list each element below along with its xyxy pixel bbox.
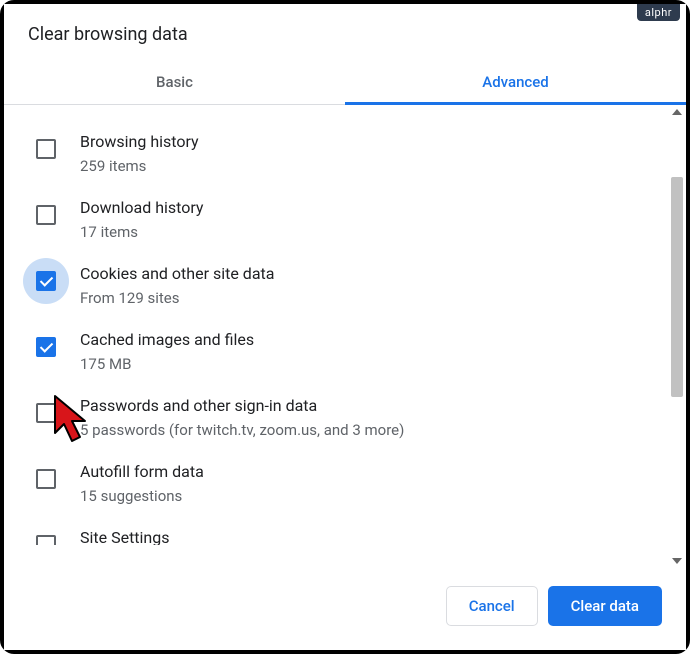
checkbox-wrap <box>26 327 66 367</box>
cancel-button[interactable]: Cancel <box>446 586 538 626</box>
item-label: Browsing history <box>80 131 648 153</box>
item-label: Site Settings <box>80 527 648 545</box>
item-label: Cached images and files <box>80 329 648 351</box>
scroll-down-icon[interactable] <box>672 558 682 564</box>
watermark-badge: alphr <box>637 4 680 21</box>
item-site-settings: Site Settings 7 sites <box>4 515 668 545</box>
item-label: Autofill form data <box>80 461 648 483</box>
checkbox-cookies[interactable] <box>36 271 56 291</box>
checkbox-wrap <box>26 261 66 301</box>
checkbox-site-settings[interactable] <box>36 535 56 545</box>
checkbox-wrap <box>26 129 66 169</box>
checkbox-browsing-history[interactable] <box>36 139 56 159</box>
item-autofill: Autofill form data 15 suggestions <box>4 449 668 515</box>
tab-advanced[interactable]: Advanced <box>345 59 686 104</box>
scroll-up-icon[interactable] <box>672 109 682 115</box>
checkbox-autofill[interactable] <box>36 469 56 489</box>
scroll-thumb[interactable] <box>671 177 683 397</box>
item-text: Cookies and other site data From 129 sit… <box>66 259 648 309</box>
dialog-title: Clear browsing data <box>4 4 686 59</box>
scrollbar[interactable] <box>670 107 684 568</box>
clear-browsing-data-dialog: Clear browsing data Basic Advanced Brows… <box>4 4 686 650</box>
item-browsing-history: Browsing history 259 items <box>4 119 668 185</box>
item-text: Cached images and files 175 MB <box>66 325 648 375</box>
item-label: Download history <box>80 197 648 219</box>
item-sub: 15 suggestions <box>80 485 648 507</box>
checkbox-passwords[interactable] <box>36 403 56 423</box>
item-text: Download history 17 items <box>66 193 648 243</box>
tab-basic[interactable]: Basic <box>4 59 345 104</box>
item-cached-images: Cached images and files 175 MB <box>4 317 668 383</box>
scroll-area: Browsing history 259 items Download hist… <box>4 105 668 570</box>
item-sub: 259 items <box>80 155 648 177</box>
item-label: Cookies and other site data <box>80 263 648 285</box>
item-text: Autofill form data 15 suggestions <box>66 457 648 507</box>
checkbox-wrap <box>26 459 66 499</box>
item-text: Site Settings 7 sites <box>66 523 648 545</box>
content-area: Browsing history 259 items Download hist… <box>4 105 686 570</box>
checkbox-wrap <box>26 393 66 433</box>
clear-data-button[interactable]: Clear data <box>548 586 662 626</box>
item-label: Passwords and other sign-in data <box>80 395 648 417</box>
item-passwords: Passwords and other sign-in data 5 passw… <box>4 383 668 449</box>
item-sub: 175 MB <box>80 353 648 375</box>
tab-bar: Basic Advanced <box>4 59 686 105</box>
checkbox-wrap <box>26 195 66 235</box>
checkbox-download-history[interactable] <box>36 205 56 225</box>
item-sub: From 129 sites <box>80 287 648 309</box>
checkbox-wrap <box>26 525 66 545</box>
item-text: Passwords and other sign-in data 5 passw… <box>66 391 648 441</box>
dialog-footer: Cancel Clear data <box>4 570 686 650</box>
item-cookies: Cookies and other site data From 129 sit… <box>4 251 668 317</box>
item-sub: 17 items <box>80 221 648 243</box>
item-sub: 5 passwords (for twitch.tv, zoom.us, and… <box>80 419 648 441</box>
checkbox-cached-images[interactable] <box>36 337 56 357</box>
item-text: Browsing history 259 items <box>66 127 648 177</box>
item-download-history: Download history 17 items <box>4 185 668 251</box>
